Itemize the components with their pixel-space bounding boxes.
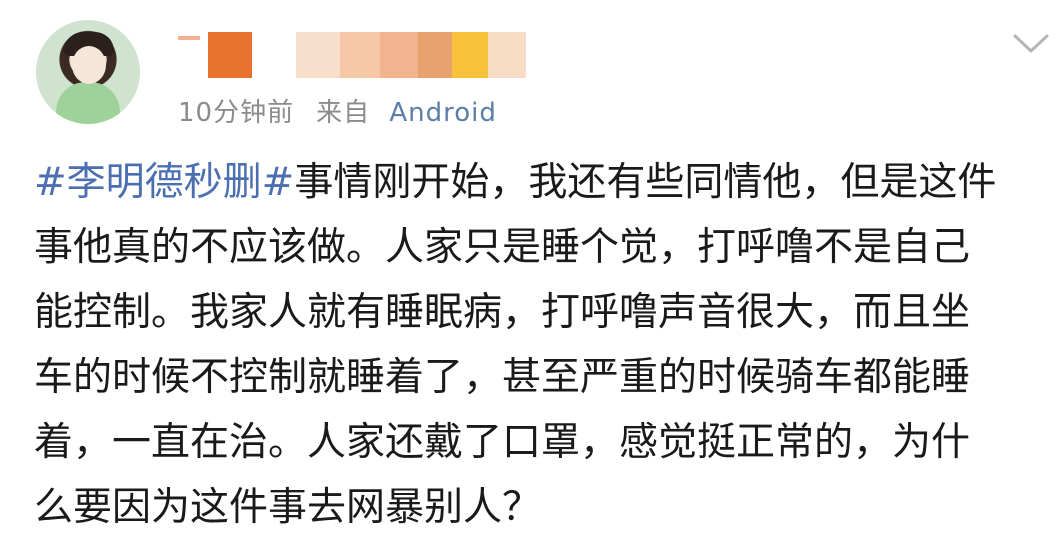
post-line: 能控制。我家人就有睡眠病，打呼噜声音很大，而且坐 xyxy=(34,290,971,335)
post-content: #李明德秒删#事情刚开始，我还有些同情他，但是这件 事他真的不应该做。人家只是睡… xyxy=(34,150,1044,540)
avatar-body xyxy=(56,82,120,124)
from-label: 来自 xyxy=(316,98,371,128)
name-blur-block xyxy=(208,32,252,78)
source-link[interactable]: Android xyxy=(389,98,497,128)
author-name-blurred[interactable] xyxy=(178,28,526,82)
post-line: 事他真的不应该做。人家只是睡个觉，打呼噜不是自己 xyxy=(34,225,971,270)
name-blur-block xyxy=(488,32,526,78)
post-time: 10分钟前 xyxy=(178,98,295,128)
post-line: 事情刚开始，我还有些同情他，但是这件 xyxy=(294,160,997,205)
hashtag-link[interactable]: #李明德秒删# xyxy=(34,160,294,205)
name-blur-block xyxy=(296,32,340,78)
post-meta: 10分钟前 来自 Android xyxy=(178,92,497,129)
name-blur-block xyxy=(418,32,452,78)
avatar-face xyxy=(72,46,106,84)
name-blur-block xyxy=(452,32,488,78)
post-line: 车的时候不控制就睡着了，甚至严重的时候骑车都能睡 xyxy=(34,355,971,400)
name-blur-block xyxy=(340,32,380,78)
chevron-down-icon[interactable] xyxy=(1012,32,1050,56)
post-line: 么要因为这件事去网暴别人？ xyxy=(34,485,542,530)
avatar[interactable] xyxy=(36,20,140,124)
post-line: 着，一直在治。人家还戴了口罩，感觉挺正常的，为什 xyxy=(34,420,971,465)
name-blur-block xyxy=(380,32,418,78)
